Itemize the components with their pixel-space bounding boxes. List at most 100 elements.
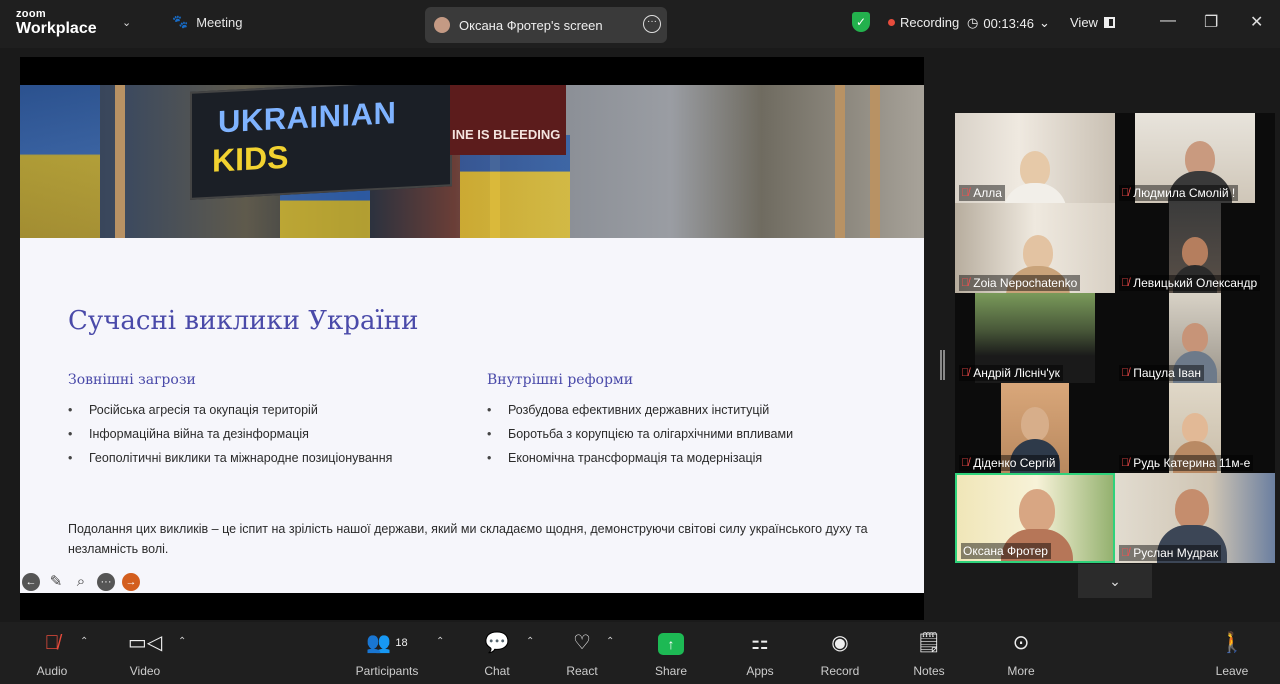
record-button[interactable]: ◉ Record [800,628,880,678]
protest-photo: UKRAINIAN KIDS INE IS BLEEDING [20,85,924,238]
participant-tile[interactable]: 🎙̸ Руслан Мудрак [1115,473,1275,563]
shared-screen-tab[interactable]: Оксана Фротер's screen ··· [425,7,667,43]
participant-tile[interactable]: 🎙̸ Алла [955,113,1115,203]
mic-muted-icon: 🎙̸ [1121,277,1130,289]
person-shape [1182,237,1208,267]
participant-tile[interactable]: 🎙̸ Людмила Смолій ! [1115,113,1275,203]
react-label: React [566,664,598,678]
clock-icon: ◷ [967,15,979,30]
presentation-slide: UKRAINIAN KIDS INE IS BLEEDING Сучасні в… [20,85,924,593]
record-dot-icon [888,19,895,26]
video-options-chevron-icon[interactable]: ⌃ [178,636,186,647]
logo-top-text: zoom [16,8,46,20]
participant-tile[interactable]: 🎙̸ Левицький Олександр [1115,203,1275,293]
right-bullet-list: Розбудова ефективних державних інституці… [487,403,793,475]
shield-icon[interactable]: ✓ [852,12,870,32]
mic-muted-icon: 🎙̸ [961,187,970,199]
meeting-label: Meeting [196,14,243,30]
react-options-chevron-icon[interactable]: ⌃ [606,636,614,647]
recording-indicator[interactable]: Recording [888,15,959,30]
participant-name: 🎙̸ Пацула Іван [1119,365,1205,381]
mic-muted-icon: 🎙̸ [961,457,970,469]
logo-bottom-text: Workplace [16,20,97,37]
participant-name: 🎙̸ Андрій Лісніч'ук [959,365,1063,381]
view-label: View [1070,15,1098,30]
list-item: Геополітичні виклики та міжнародне позиц… [68,451,392,475]
mic-muted-icon: 🎙̸ [1121,367,1130,379]
avatar [434,17,450,33]
meeting-timer[interactable]: ◷ 00:13:46 ⌄ [967,15,1050,31]
more-button[interactable]: ⊙ More [981,628,1061,678]
apps-button[interactable]: ⚏ Apps [720,628,800,678]
person-shape [1182,413,1208,443]
person-shape [1019,489,1055,533]
chat-icon: 💬 [484,632,510,654]
record-label: Record [820,664,860,678]
magnifier-icon[interactable]: ⌕ [72,573,90,591]
chevron-down-icon[interactable]: ⌄ [122,16,131,29]
previous-slide-icon[interactable]: ← [22,573,40,591]
zoom-logo[interactable]: zoom Workplace [16,9,97,37]
participant-name: 🎙̸ Левицький Олександр [1119,275,1261,291]
left-column-heading: Зовнішні загрози [68,372,196,388]
more-options-icon[interactable]: ··· [643,15,661,33]
mic-muted-icon: 🎙̸ [1121,547,1130,559]
list-item: Економічна трансформація та модернізація [487,451,793,475]
stick-shape [870,85,880,238]
participant-tile-active[interactable]: Оксана Фротер [955,473,1115,563]
participant-name: 🎙̸ Zoia Nepochatenko [959,275,1081,291]
participants-options-chevron-icon[interactable]: ⌃ [436,636,444,647]
leave-label: Leave [1215,664,1249,678]
participants-label: Participants [355,664,419,678]
participant-name: 🎙̸ Руслан Мудрак [1119,545,1222,561]
meeting-toolbar: 🎙̸ Audio ⌃ ▭◁ Video ⌃ 👥 18 Participants ⌃… [0,622,1280,684]
share-label: Share [654,664,688,678]
splitter-handle[interactable] [940,350,945,380]
minimize-icon[interactable]: — [1160,12,1176,30]
protest-sign: INE IS BLEEDING [450,85,566,155]
participants-button[interactable]: 👥 18 Participants [347,628,427,678]
leave-icon: 🚶 [1219,632,1245,654]
list-item: Російська агресія та окупація територій [68,403,392,427]
view-button[interactable]: View [1070,15,1115,30]
slide-title: Сучасні виклики України [68,306,419,336]
participant-name: 🎙̸ Рудь Катерина 11м-е [1119,455,1254,471]
close-icon[interactable]: ✕ [1250,12,1263,32]
person-shape [1175,489,1209,529]
list-item: Розбудова ефективних державних інституці… [487,403,793,427]
next-slide-icon[interactable]: → [122,573,140,591]
gallery-scroll-down-button[interactable]: ⌄ [1078,564,1152,598]
participant-name: 🎙̸ Людмила Смолій ! [1119,185,1239,201]
leave-button[interactable]: 🚶 Leave [1192,628,1272,678]
pen-icon[interactable]: ✎ [47,573,65,591]
list-item: Боротьба з корупцією та олігархічними вп… [487,427,793,451]
shared-screen-area[interactable]: UKRAINIAN KIDS INE IS BLEEDING Сучасні в… [20,57,924,620]
participant-tile[interactable]: 🎙̸ Пацула Іван [1115,293,1275,383]
paw-icon: 🐾 [172,14,189,29]
participants-count: 18 [395,637,408,649]
poster-text: UKRAINIAN [218,95,397,140]
apps-label: Apps [746,664,774,678]
restore-icon[interactable]: ❐ [1204,12,1218,32]
more-icon[interactable]: ··· [97,573,115,591]
participant-name: 🎙̸ Алла [959,185,1005,201]
participant-tile[interactable]: 🎙̸ Zoia Nepochatenko [955,203,1115,293]
participant-tile[interactable]: 🎙̸ Діденко Сергій [955,383,1115,473]
chat-button[interactable]: 💬 Chat [457,628,537,678]
notes-label: Notes [913,664,945,678]
apps-icon: ⚏ [751,632,769,654]
audio-options-chevron-icon[interactable]: ⌃ [80,636,88,647]
camera-icon: ▭◁ [127,632,163,654]
participants-icon: 👥 18 [366,632,408,654]
stick-shape [835,85,845,238]
chevron-down-icon: ⌄ [1109,573,1121,589]
participant-tile[interactable]: 🎙̸ Рудь Катерина 11м-е [1115,383,1275,473]
video-button[interactable]: ▭◁ Video [105,628,185,678]
notes-button[interactable]: 🗒 Notes [889,628,969,678]
stick-shape [115,85,125,238]
share-button[interactable]: ↑ Share [631,628,711,678]
chat-options-chevron-icon[interactable]: ⌃ [526,636,534,647]
audio-label: Audio [36,664,68,678]
meeting-info-button[interactable]: 🐾 Meeting [172,14,242,30]
participant-tile[interactable]: 🎙̸ Андрій Лісніч'ук [955,293,1115,383]
